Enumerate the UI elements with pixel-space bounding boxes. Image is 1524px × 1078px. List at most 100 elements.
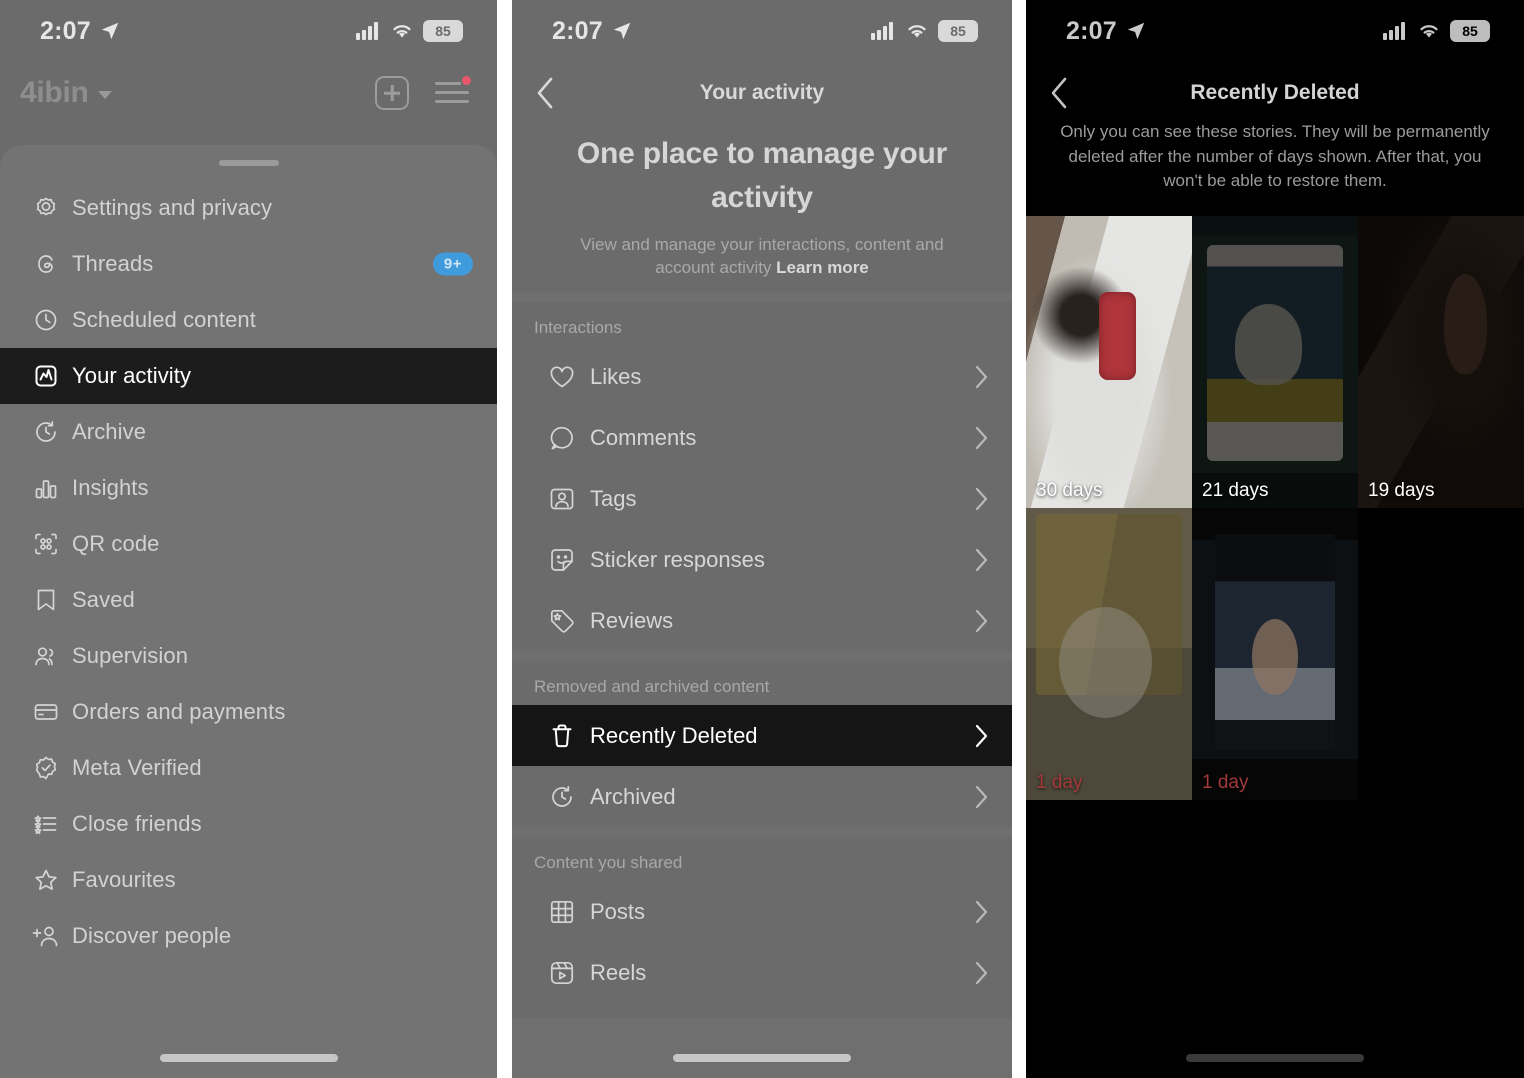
chevron-right-icon — [975, 365, 988, 388]
cellular-bars-icon — [356, 22, 378, 40]
activity-item-label: Reviews — [590, 607, 674, 633]
activity-item-posts[interactable]: Posts — [512, 881, 1012, 942]
menu-item-orders-and-payments[interactable]: Orders and payments — [0, 684, 497, 740]
menu-item-qr-code[interactable]: QR code — [0, 516, 497, 572]
username-switcher[interactable]: 4ibin — [20, 76, 112, 110]
header-actions — [375, 76, 471, 110]
learn-more-link[interactable]: Learn more — [776, 258, 869, 277]
section-title: Content you shared — [534, 853, 683, 872]
menu-item-archive[interactable]: Archive — [0, 404, 497, 460]
panel-recently-deleted: 2:07 85 Recently Deleted Only you can se… — [1026, 0, 1524, 1078]
activity-item-comments[interactable]: Comments — [512, 407, 1012, 468]
menu-item-label: Favourites — [72, 867, 176, 892]
people-icon — [35, 647, 54, 666]
menu-item-label: Discover people — [72, 923, 232, 948]
menu-item-close-friends[interactable]: Close friends — [0, 796, 497, 852]
review-tag-icon — [550, 609, 574, 633]
menu-item-label: Close friends — [72, 811, 202, 836]
activity-item-likes[interactable]: Likes — [512, 346, 1012, 407]
deleted-story-cell[interactable]: 1 day — [1192, 508, 1358, 800]
people-icon — [20, 641, 72, 671]
section-divider — [512, 651, 1012, 661]
hero-title: One place to manage your activity — [576, 137, 948, 214]
story-overlay — [1192, 216, 1358, 508]
panel-gap-1 — [497, 0, 512, 1078]
activity-item-reels[interactable]: Reels — [512, 942, 1012, 1003]
menu-item-label: Threads — [72, 251, 154, 276]
menu-item-label: Archive — [72, 419, 147, 444]
page-title: Your activity — [699, 81, 825, 104]
status-bar: 2:07 85 — [0, 0, 497, 62]
star-list-icon — [20, 809, 72, 839]
chevron-right-icon — [975, 961, 988, 984]
menu-item-your-activity[interactable]: Your activity — [0, 348, 497, 404]
activity-chart-icon — [35, 365, 57, 387]
home-indicator — [673, 1054, 851, 1062]
gear-icon — [36, 197, 56, 216]
sheet-drag-handle[interactable] — [218, 160, 279, 166]
heart-icon — [534, 362, 590, 392]
activity-item-tags[interactable]: Tags — [512, 468, 1012, 529]
deleted-story-cell[interactable]: 1 day — [1026, 508, 1192, 800]
three-panel-screenshot: 2:07 85 4ibin Settings and privacy Threa… — [0, 0, 1524, 1078]
battery-indicator: 85 — [423, 20, 463, 42]
chevron-left-icon[interactable] — [534, 76, 556, 110]
sticker-smiley-icon — [534, 545, 590, 575]
hamburger-menu-icon[interactable] — [435, 76, 471, 106]
grid-icon — [550, 900, 574, 923]
page-title: Recently Deleted — [1190, 81, 1360, 104]
section-title: Interactions — [534, 318, 622, 337]
activity-item-reviews[interactable]: Reviews — [512, 590, 1012, 651]
status-time: 2:07 — [1066, 16, 1117, 45]
menu-item-settings-and-privacy[interactable]: Settings and privacy — [0, 180, 497, 236]
wifi-icon — [393, 25, 411, 38]
activity-item-archived[interactable]: Archived — [512, 766, 1012, 827]
hero-description: View and manage your interactions, conte… — [558, 233, 966, 280]
menu-item-saved[interactable]: Saved — [0, 572, 497, 628]
username-label: 4ibin — [20, 76, 89, 109]
star-icon — [20, 865, 72, 895]
menu-item-meta-verified[interactable]: Meta Verified — [0, 740, 497, 796]
archive-clock-icon — [552, 785, 572, 807]
panel-gap-2 — [1012, 0, 1026, 1078]
home-indicator — [159, 1054, 338, 1062]
activity-item-label: Recently Deleted — [590, 722, 758, 748]
menu-item-discover-people[interactable]: Discover people — [0, 908, 497, 964]
plus-square-icon[interactable] — [375, 76, 409, 110]
menu-item-supervision[interactable]: Supervision — [0, 628, 497, 684]
credit-card-icon — [20, 697, 72, 727]
menu-item-threads[interactable]: Threads 9+ — [0, 236, 497, 292]
empty-grid-cell — [1358, 508, 1524, 800]
panel-your-activity: 2:07 85 Your activity One place to manag… — [512, 0, 1012, 1078]
qr-code-icon — [35, 533, 57, 555]
menu-item-scheduled-content[interactable]: Scheduled content — [0, 292, 497, 348]
review-tag-icon — [534, 606, 590, 636]
menu-item-favourites[interactable]: Favourites — [0, 852, 497, 908]
story-overlay — [1026, 508, 1192, 800]
story-days-remaining: 30 days — [1036, 480, 1103, 501]
activity-item-label: Posts — [590, 898, 646, 924]
activity-item-sticker-responses[interactable]: Sticker responses — [512, 529, 1012, 590]
menu-item-insights[interactable]: Insights — [0, 460, 497, 516]
bottom-filler — [512, 1018, 1012, 1078]
wifi-icon — [908, 25, 926, 38]
deleted-story-cell[interactable]: 21 days — [1192, 216, 1358, 508]
battery-indicator: 85 — [1450, 20, 1490, 42]
add-person-icon — [32, 926, 58, 947]
deleted-story-cell[interactable]: 30 days — [1026, 216, 1192, 508]
grid-icon — [534, 897, 590, 927]
hero-block: One place to manage your activity View a… — [512, 126, 1012, 280]
tag-person-icon — [550, 488, 574, 509]
deleted-story-cell[interactable]: 19 days — [1358, 216, 1524, 508]
section-title: Removed and archived content — [534, 677, 770, 696]
activity-item-recently-deleted[interactable]: Recently Deleted — [512, 705, 1012, 766]
status-bar-right: 85 — [1383, 20, 1490, 42]
verified-badge-icon — [35, 756, 57, 780]
star-list-icon — [34, 815, 57, 835]
chevron-left-icon[interactable] — [1048, 76, 1070, 110]
location-arrow-icon — [1127, 22, 1145, 40]
story-days-remaining: 19 days — [1368, 480, 1435, 501]
nav-bar: Recently Deleted — [1026, 62, 1524, 124]
add-person-icon — [20, 921, 72, 951]
menu-item-label: Saved — [72, 587, 135, 612]
